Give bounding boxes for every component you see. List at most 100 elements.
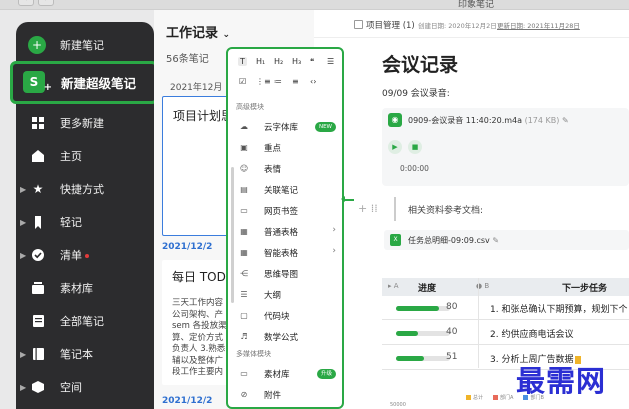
note-editor: 项目管理 (1) 创建日期: 2020年12月2日 更新日期: 2021年11月… [314, 10, 629, 409]
attachment-icon: ⊘ [240, 390, 248, 399]
drag-handle-icon[interactable]: + ⁞⁞ [358, 202, 378, 215]
play-icon[interactable]: ▶ [388, 140, 402, 154]
code-icon: ▢ [240, 311, 248, 320]
sidebar-item-label: 素材库 [60, 282, 93, 295]
menu-item-emoji[interactable]: ☺ 表情 [228, 159, 342, 179]
numbered-list-icon[interactable]: ⋮≡ [256, 77, 271, 86]
cloud-font-icon: ☁ [240, 122, 248, 131]
insert-block-menu: T H₁ H₂ H₃ ❝ ☰ ☑ ⋮≡ ≔ ≡ ‹› 高级模块 ☁ 云字体库 NEW… [226, 47, 344, 409]
file-attachment[interactable]: X 任务总明细-09:09.csv ✎ [384, 230, 629, 250]
progress-bar [396, 306, 450, 311]
notebook-breadcrumb[interactable]: 项目管理 (1) [366, 19, 415, 31]
app-title: 印象笔记 [458, 0, 495, 10]
chevron-down-icon: ⌄ [222, 30, 231, 40]
smart-table-icon: ▦ [240, 248, 248, 257]
new-super-note-button[interactable]: S 新建超级笔记 [10, 61, 158, 104]
material-icon: ▭ [240, 369, 248, 378]
expand-arrow-icon[interactable]: ▶ [20, 383, 26, 392]
sidebar-item-label: 清单 [60, 247, 89, 263]
audio-attachment[interactable]: ◉ 0909-会议录音 11:40:20.m4a (174 KB) ✎ ▶ ■ … [382, 108, 629, 186]
progress-value: 40 [446, 327, 458, 337]
divider-icon[interactable]: ☰ [327, 57, 334, 66]
progress-bar [396, 356, 450, 361]
bullet-list-icon[interactable]: ≔ [274, 77, 282, 86]
chevron-right-icon: › [332, 246, 336, 256]
inline-code-icon[interactable]: ‹› [310, 77, 316, 86]
note-title[interactable]: 会议记录 [382, 50, 458, 77]
notebook-icon [30, 346, 46, 362]
notebook-title[interactable]: 工作记录 ⌄ [166, 22, 230, 41]
menu-scrollbar[interactable] [231, 167, 234, 303]
menu-item-mindmap[interactable]: ⋲ 思维导图 [228, 264, 342, 284]
transcribe-icon[interactable]: ■ [408, 140, 422, 154]
sidebar-item-space[interactable]: ▶ 空间 [16, 374, 154, 400]
menu-item-attachment[interactable]: ⊘ 附件 [228, 385, 342, 405]
quick-note-icon [30, 214, 46, 230]
column-type-icon: ▸ A [388, 282, 399, 290]
back-button[interactable]: ‹ [18, 0, 34, 6]
menu-item-cloud-font[interactable]: ☁ 云字体库 NEW [228, 117, 342, 137]
expand-arrow-icon[interactable]: ▶ [20, 218, 26, 227]
menu-item-linked-note[interactable]: ▤ 关联笔记 [228, 180, 342, 200]
progress-bar [396, 331, 450, 336]
sidebar-item-label: 全部笔记 [60, 315, 104, 328]
super-note-label: 新建超级笔记 [61, 76, 137, 91]
column-header-next-task[interactable]: 下一步任务 [562, 281, 607, 294]
task-text: 1. 和张总确认下期预算，规划下个 [490, 305, 628, 315]
quote-icon[interactable]: ❝ [310, 57, 314, 66]
menu-item-smart-table[interactable]: ▦ 智能表格 › [228, 243, 342, 263]
updated-date[interactable]: 更新日期: 2021年11月28日 [497, 20, 580, 30]
menu-item-formula[interactable]: ♬ 数学公式 [228, 327, 342, 347]
indent-icon[interactable]: ≡ [292, 77, 299, 86]
checkbox-icon[interactable]: ☑ [239, 77, 246, 86]
audio-file-icon: ◉ [388, 113, 402, 127]
menu-item-web-bookmark[interactable]: ▭ 网页书签 [228, 201, 342, 221]
format-toolbar-row-2: ☑ ⋮≡ ≔ ≡ ‹› [228, 73, 342, 93]
expand-arrow-icon[interactable]: ▶ [20, 251, 26, 260]
title-bar: ‹ › 印象笔记 [0, 0, 629, 10]
expand-arrow-icon[interactable]: ▶ [20, 185, 26, 194]
table-row[interactable]: 40 2. 约供应商电话会议 [382, 321, 629, 345]
menu-item-highlight[interactable]: ▣ 重点 [228, 138, 342, 158]
created-date: 创建日期: 2020年12月2日 [418, 22, 497, 30]
sidebar-item-label: 笔记本 [60, 348, 93, 361]
formula-icon: ♬ [240, 332, 248, 341]
sidebar-item-label: 快捷方式 [60, 183, 104, 196]
heading3-icon[interactable]: H₃ [292, 57, 301, 66]
sidebar-item-shortcuts[interactable]: ▶ ★ 快捷方式 [16, 176, 154, 202]
mindmap-icon: ⋲ [240, 269, 248, 278]
section-advanced: 高级模块 [236, 103, 264, 111]
edit-icon: ✎ [561, 116, 569, 125]
sidebar-item-checklist[interactable]: ▶ 清单 [16, 242, 154, 268]
new-note-button[interactable]: + 新建笔记 [16, 32, 154, 58]
heading1-icon[interactable]: H₁ [256, 57, 265, 66]
app-window: ‹ › 印象笔记 + 新建笔记 更多新建 主页 ▶ ★ 快捷方式 ▶ [0, 0, 629, 409]
watermark: 最需网 [516, 364, 607, 398]
sidebar-item-notebooks[interactable]: ▶ 笔记本 [16, 341, 154, 367]
sidebar-item-all-notes[interactable]: 全部笔记 [16, 308, 154, 334]
section-media: 多媒体模块 [236, 350, 271, 358]
sidebar-item-material[interactable]: 素材库 [16, 275, 154, 301]
menu-item-outline[interactable]: ☰ 大纲 [228, 285, 342, 305]
quote-block[interactable]: 相关资料参考文档: [394, 197, 629, 221]
legend-item: 总计 [466, 394, 483, 401]
month-header: 2021年12月 [170, 83, 223, 93]
heading2-icon[interactable]: H₂ [274, 57, 283, 66]
sidebar-item-quick-note[interactable]: ▶ 轻记 [16, 209, 154, 235]
sidebar-item-home[interactable]: 主页 [16, 143, 154, 169]
menu-item-code-block[interactable]: ▢ 代码块 [228, 306, 342, 326]
linked-note-icon: ▤ [240, 185, 248, 194]
progress-value: 80 [446, 302, 458, 312]
expand-arrow-icon[interactable]: ▶ [20, 350, 26, 359]
table-row[interactable]: 80 1. 和张总确认下期预算，规划下个 [382, 296, 629, 320]
menu-item-table[interactable]: ▦ 普通表格 › [228, 222, 342, 242]
forward-button[interactable]: › [38, 0, 54, 6]
sidebar-item-more-new[interactable]: 更多新建 [16, 110, 154, 136]
text-icon[interactable]: T [238, 57, 247, 66]
column-header-progress[interactable]: 进度 [418, 281, 436, 294]
edit-icon: ✎ [492, 236, 500, 245]
star-icon: ★ [32, 182, 44, 196]
home-icon [30, 148, 46, 164]
notification-dot [85, 254, 89, 258]
menu-item-material[interactable]: ▭ 素材库 升级 [228, 364, 342, 384]
